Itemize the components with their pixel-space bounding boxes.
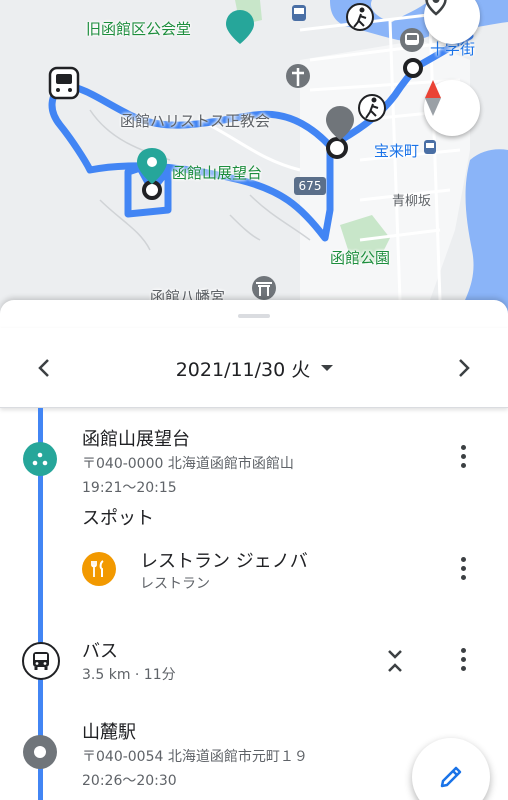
pencil-icon bbox=[440, 766, 462, 788]
date-bar: 2021/11/30 火 bbox=[0, 328, 508, 408]
location-pin-icon bbox=[425, 0, 447, 16]
chevron-right-icon bbox=[459, 359, 470, 377]
spot-category: レストラン bbox=[140, 576, 210, 592]
date-label: 2021/11/30 火 bbox=[175, 358, 311, 381]
stop1-address: 〒040-0000 北海道函館市函館山 bbox=[82, 456, 294, 472]
place-dots-icon bbox=[32, 452, 48, 466]
map-label-old-public-hall[interactable]: 旧函館区公会堂 bbox=[86, 18, 191, 39]
place-node bbox=[23, 442, 57, 476]
bus-icon bbox=[33, 652, 49, 670]
stop2-title[interactable]: 山麓駅 bbox=[82, 718, 136, 744]
fork-knife-icon bbox=[91, 560, 104, 577]
transit-mode[interactable]: バス bbox=[82, 637, 118, 663]
more-vert-icon bbox=[460, 647, 466, 653]
stop2-time: 20:26～20:30 bbox=[82, 773, 177, 789]
chevron-left-icon bbox=[38, 359, 49, 377]
transit-more-button[interactable] bbox=[452, 643, 474, 675]
spot-name[interactable]: レストラン ジェノバ bbox=[140, 547, 308, 573]
map-label-mt-observatory[interactable]: 函館山展望台 bbox=[172, 162, 262, 183]
expand-icon bbox=[388, 650, 402, 672]
route-675-badge: 675 bbox=[294, 177, 326, 195]
dropdown-icon bbox=[321, 365, 334, 371]
stop1-title[interactable]: 函館山展望台 bbox=[82, 425, 190, 451]
expand-button[interactable] bbox=[384, 648, 406, 674]
stop1-time: 19:21～20:15 bbox=[82, 480, 177, 496]
stop2-address: 〒040-0054 北海道函館市元町１９ bbox=[82, 749, 308, 765]
more-vert-icon bbox=[460, 556, 466, 562]
map-label-aoyagizaka: 青柳坂 bbox=[392, 194, 432, 209]
more-vert-icon bbox=[460, 444, 466, 450]
stop1-more-button[interactable] bbox=[452, 440, 474, 472]
compass-button[interactable] bbox=[424, 80, 480, 136]
bus-node bbox=[22, 642, 60, 680]
map-label-hakodate-park[interactable]: 函館公園 bbox=[330, 247, 390, 268]
date-selector[interactable]: 2021/11/30 火 bbox=[150, 350, 360, 386]
next-day-button[interactable] bbox=[442, 346, 486, 390]
sheet-drag-handle[interactable] bbox=[238, 314, 270, 318]
spot-more-button[interactable] bbox=[452, 552, 474, 584]
map-label-orthodox-church[interactable]: 函館ハリストス正教会 bbox=[120, 110, 270, 131]
station-dot-icon bbox=[34, 746, 46, 758]
station-node bbox=[23, 735, 57, 769]
compass-icon bbox=[425, 80, 441, 116]
previous-day-button[interactable] bbox=[22, 346, 66, 390]
transit-detail: 3.5 km · 11分 bbox=[82, 667, 176, 683]
map-label-horaicho[interactable]: 宝来町 bbox=[374, 140, 419, 161]
restaurant-node bbox=[82, 552, 116, 586]
spot-header: スポット bbox=[82, 508, 154, 529]
map-view[interactable]: 旧函館区公会堂 函館ハリストス正教会 函館山展望台 宝来町 青柳坂 函館公園 函… bbox=[0, 0, 508, 320]
